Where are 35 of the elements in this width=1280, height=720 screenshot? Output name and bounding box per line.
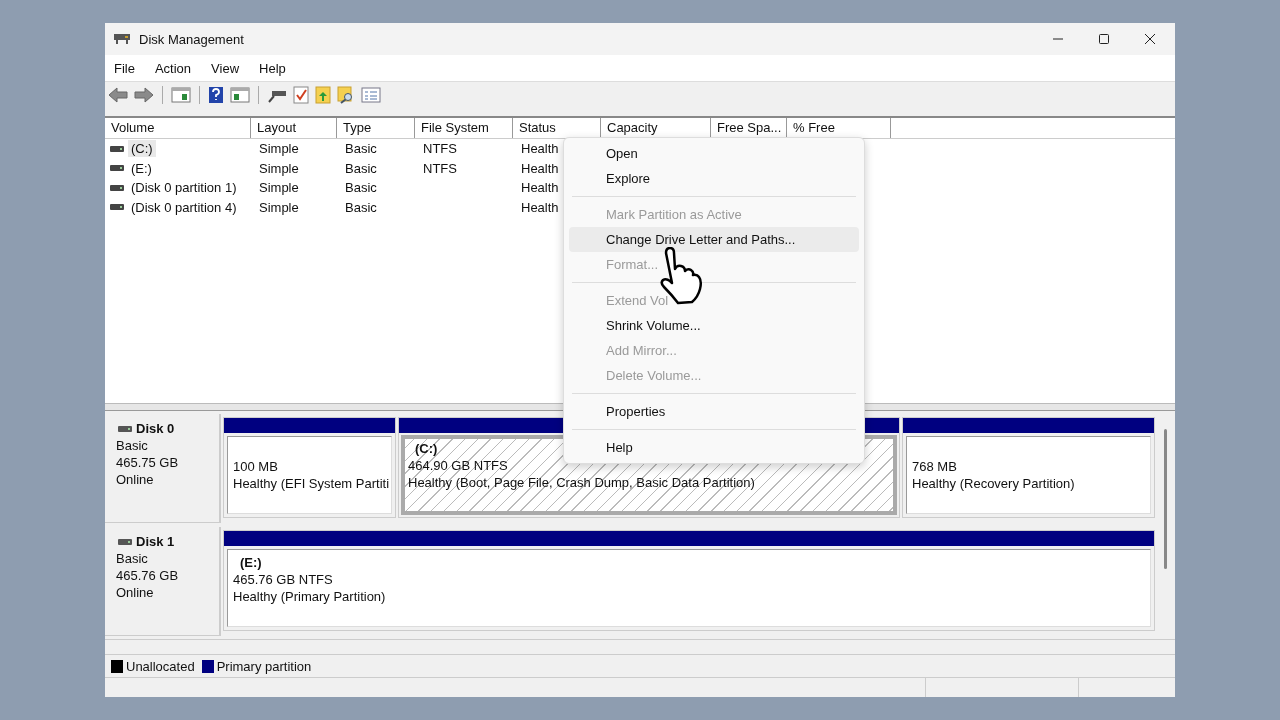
- table-cell: NTFS: [423, 141, 457, 157]
- legend-label: Primary partition: [216, 658, 312, 674]
- window-title: Disk Management: [139, 31, 244, 47]
- disk-type: Basic: [116, 550, 149, 567]
- partition-size: 768 MB: [912, 458, 958, 475]
- partition-size: 100 MB: [233, 458, 279, 475]
- partition-size: 465.76 GB NTFS: [233, 571, 334, 588]
- table-cell: Health: [521, 180, 559, 196]
- table-cell: Basic: [345, 141, 377, 157]
- partition-label: (C:): [414, 440, 438, 457]
- disk-name: Disk 0: [136, 420, 175, 437]
- partition-size: 464.90 GB NTFS: [408, 457, 509, 474]
- disk-size: 465.76 GB: [116, 567, 180, 584]
- table-cell: Simple: [259, 160, 299, 176]
- disk-status: Online: [116, 471, 155, 488]
- partition-status: Healthy (EFI System Partiti: [233, 475, 387, 492]
- table-cell: Health: [521, 141, 559, 157]
- table-cell: Basic: [345, 180, 377, 196]
- table-cell: NTFS: [423, 160, 457, 176]
- disk-status: Online: [116, 584, 155, 601]
- partition-label: (E:): [239, 554, 262, 571]
- table-cell: Basic: [345, 199, 377, 215]
- table-cell: Simple: [259, 180, 299, 196]
- disk-name: Disk 1: [136, 533, 175, 550]
- partition-status: Healthy (Boot, Page File, Crash Dump, Basic Data Partition): [408, 474, 756, 491]
- table-cell: Simple: [259, 141, 299, 157]
- table-cell: Simple: [259, 199, 299, 215]
- partition-status: Healthy (Recovery Partition): [912, 475, 1076, 492]
- legend-label: Unallocated: [126, 658, 195, 674]
- table-cell: Basic: [345, 160, 377, 176]
- disk-size: 465.75 GB: [116, 454, 180, 471]
- disk-type: Basic: [116, 437, 149, 454]
- table-cell: Health: [521, 160, 559, 176]
- table-cell: Health: [521, 199, 559, 215]
- partition-status: Healthy (Primary Partition): [233, 588, 387, 605]
